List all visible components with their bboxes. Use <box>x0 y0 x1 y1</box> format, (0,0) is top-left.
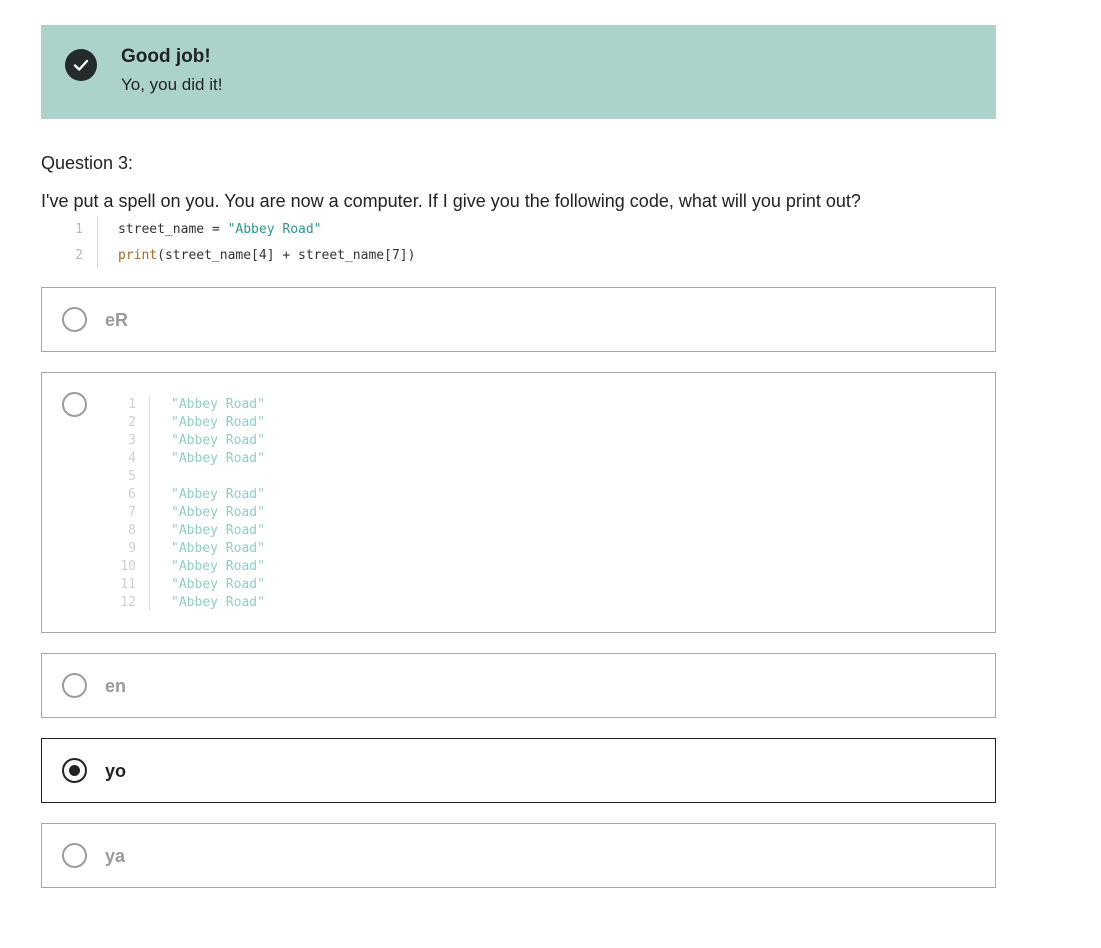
code-text: "Abbey Road" <box>171 432 265 448</box>
question-number: Question 3: <box>41 153 134 173</box>
code-text: "Abbey Road" <box>171 594 265 610</box>
line-number: 4 <box>122 449 150 467</box>
question-text: I've put a spell on you. You are now a c… <box>41 191 861 211</box>
option-code-block: 1 "Abbey Road" 2 "Abbey Road" 3 "Abbey Road" 4… <box>120 395 265 611</box>
line-number: 3 <box>122 431 150 449</box>
line-number: 7 <box>122 503 150 521</box>
line-number: 5 <box>122 467 150 485</box>
radio-button[interactable] <box>62 843 87 868</box>
code-text: "Abbey Road" <box>171 450 265 466</box>
radio-button[interactable] <box>62 307 87 332</box>
code-text: print(street_name[4] + street_name[7]) <box>98 248 415 263</box>
code-line: 2 print(street_name[4] + street_name[7]) <box>60 242 415 268</box>
code-line: 1 street_name = "Abbey Road" <box>60 216 415 242</box>
code-text: "Abbey Road" <box>171 504 265 520</box>
code-text: street_name = "Abbey Road" <box>98 222 322 237</box>
answer-option-code[interactable]: 1 "Abbey Road" 2 "Abbey Road" 3 "Abbey Road" 4… <box>41 372 996 633</box>
code-line: 4 "Abbey Road" <box>122 449 265 467</box>
radio-dot <box>69 765 80 776</box>
code-line: 11 "Abbey Road" <box>120 575 265 593</box>
code-text: "Abbey Road" <box>171 486 265 502</box>
option-label: yo <box>105 761 127 781</box>
line-number: 2 <box>60 242 98 268</box>
answer-option-yo[interactable]: yo <box>41 738 996 803</box>
line-number: 1 <box>122 395 150 413</box>
banner-title: Good job! <box>121 46 211 67</box>
code-line: 9 "Abbey Road" <box>122 539 265 557</box>
banner-message: Yo, you did it! <box>121 75 223 94</box>
option-label: eR <box>105 310 129 330</box>
answer-option-er[interactable]: eR <box>41 287 996 352</box>
code-line: 12 "Abbey Road" <box>120 593 265 611</box>
code-line: 3 "Abbey Road" <box>122 431 265 449</box>
code-line: 1 "Abbey Road" <box>122 395 265 413</box>
code-text: "Abbey Road" <box>171 540 265 556</box>
code-text: "Abbey Road" <box>171 576 265 592</box>
code-line: 10 "Abbey Road" <box>120 557 265 575</box>
code-variable: street_name <box>118 221 205 237</box>
line-number: 2 <box>122 413 150 431</box>
check-icon <box>65 49 97 81</box>
code-args: (street_name[4] + street_name[7]) <box>157 247 416 263</box>
line-number: 10 <box>120 557 150 575</box>
line-number: 1 <box>60 216 98 242</box>
code-line: 5 <box>122 467 265 485</box>
option-label: en <box>105 676 127 696</box>
code-text: "Abbey Road" <box>171 558 265 574</box>
question-code-block: 1 street_name = "Abbey Road" 2 print(str… <box>60 216 415 268</box>
code-line: 8 "Abbey Road" <box>122 521 265 539</box>
radio-button-selected[interactable] <box>62 758 87 783</box>
line-number: 12 <box>120 593 150 611</box>
line-number: 6 <box>122 485 150 503</box>
code-text: "Abbey Road" <box>171 522 265 538</box>
line-number: 11 <box>120 575 150 593</box>
success-banner: Good job! Yo, you did it! <box>41 25 996 119</box>
radio-button[interactable] <box>62 673 87 698</box>
code-function: print <box>118 247 158 263</box>
option-label: ya <box>105 846 126 866</box>
code-line: 7 "Abbey Road" <box>122 503 265 521</box>
radio-button[interactable] <box>62 392 87 417</box>
code-line: 2 "Abbey Road" <box>122 413 265 431</box>
code-text: "Abbey Road" <box>171 414 265 430</box>
answer-option-ya[interactable]: ya <box>41 823 996 888</box>
code-string: "Abbey Road" <box>227 221 322 237</box>
answer-option-en[interactable]: en <box>41 653 996 718</box>
code-line: 6 "Abbey Road" <box>122 485 265 503</box>
line-number: 8 <box>122 521 150 539</box>
line-number: 9 <box>122 539 150 557</box>
code-operator: = <box>204 221 228 237</box>
code-text: "Abbey Road" <box>171 396 265 412</box>
